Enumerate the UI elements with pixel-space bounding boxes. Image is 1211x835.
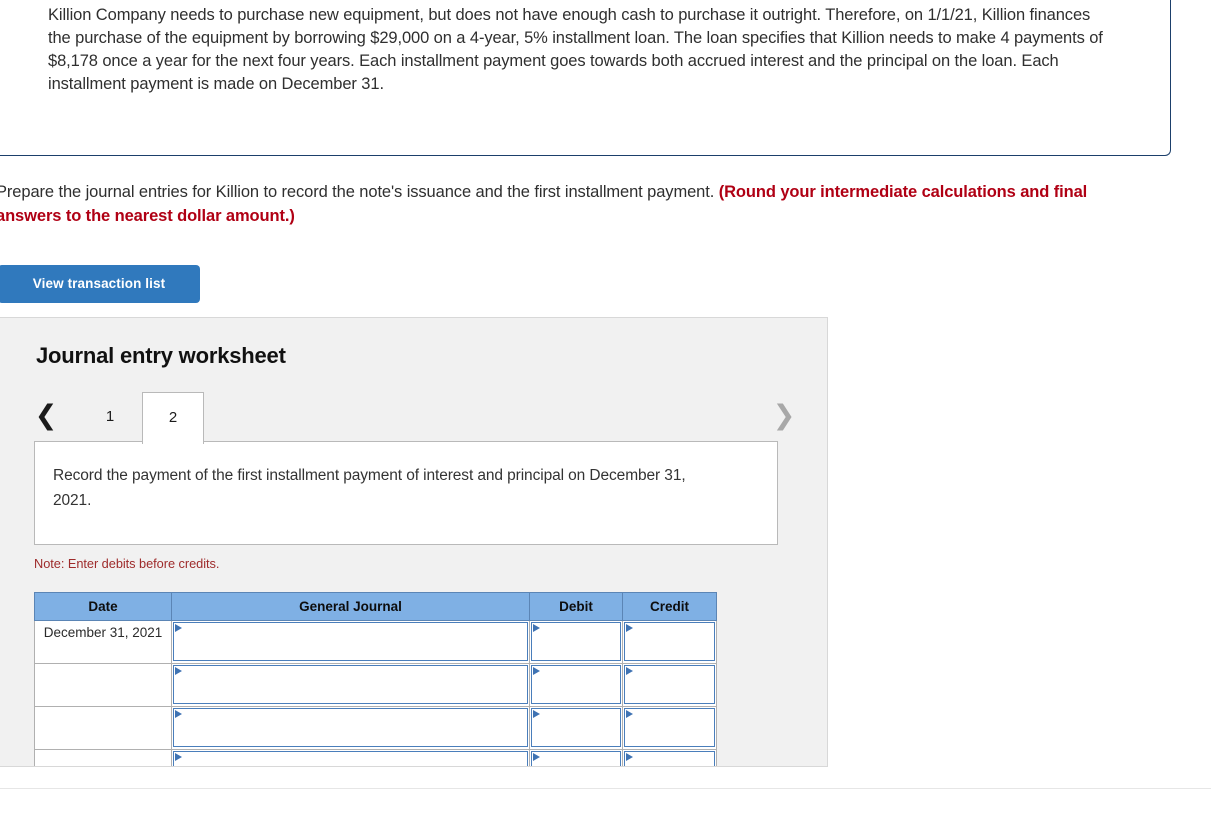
- table-row: [34, 663, 717, 707]
- cell-date: December 31, 2021: [34, 620, 172, 664]
- cell-debit[interactable]: [529, 706, 623, 750]
- cell-general-journal[interactable]: [171, 706, 530, 750]
- view-transaction-list-button[interactable]: View transaction list: [0, 265, 200, 303]
- worksheet-instruction-text: Record the payment of the first installm…: [53, 467, 686, 509]
- scenario-box: Killion Company needs to purchase new eq…: [0, 0, 1171, 156]
- cell-credit[interactable]: [622, 706, 717, 750]
- table-row: December 31, 2021: [34, 620, 717, 664]
- journal-entry-table: Date General Journal Debit Credit Decemb…: [34, 592, 717, 766]
- cell-general-journal[interactable]: [171, 620, 530, 664]
- general-journal-input[interactable]: [173, 665, 528, 704]
- page-root: Killion Company needs to purchase new eq…: [0, 0, 1211, 835]
- cell-credit[interactable]: [622, 620, 717, 664]
- journal-entry-worksheet-panel: Journal entry worksheet ❮ 1 2 ❯ Record t…: [0, 317, 828, 767]
- general-journal-input[interactable]: [173, 622, 528, 661]
- debit-input[interactable]: [531, 622, 621, 661]
- debits-before-credits-note: Note: Enter debits before credits.: [34, 556, 220, 571]
- column-header-credit: Credit: [622, 592, 717, 621]
- worksheet-title: Journal entry worksheet: [36, 343, 286, 368]
- cell-date[interactable]: [34, 749, 172, 766]
- chevron-right-icon[interactable]: ❯: [768, 400, 800, 432]
- chevron-left-icon[interactable]: ❮: [30, 400, 62, 432]
- debit-input[interactable]: [531, 708, 621, 747]
- worksheet-tab-1[interactable]: 1: [80, 392, 140, 444]
- worksheet-tabstrip: ❮ 1 2 ❯: [0, 390, 827, 444]
- cell-general-journal[interactable]: [171, 749, 530, 766]
- column-header-date: Date: [34, 592, 172, 621]
- cell-date[interactable]: [34, 663, 172, 707]
- cell-date[interactable]: [34, 706, 172, 750]
- cell-credit[interactable]: [622, 749, 717, 766]
- general-journal-input[interactable]: [173, 751, 528, 766]
- prompt-main: Prepare the journal entries for Killion …: [0, 183, 715, 201]
- cell-credit[interactable]: [622, 663, 717, 707]
- footer-nav: ❮Prev 🔗 of 33 Next❯: [0, 789, 1211, 835]
- general-journal-input[interactable]: [173, 708, 528, 747]
- scenario-text: Killion Company needs to purchase new eq…: [48, 6, 1103, 93]
- question-prompt: Prepare the journal entries for Killion …: [0, 180, 1126, 228]
- table-row: [34, 706, 717, 750]
- cell-debit[interactable]: [529, 620, 623, 664]
- cell-debit[interactable]: [529, 663, 623, 707]
- cell-general-journal[interactable]: [171, 663, 530, 707]
- credit-input[interactable]: [624, 708, 715, 747]
- debit-input[interactable]: [531, 665, 621, 704]
- debit-input[interactable]: [531, 751, 621, 766]
- cell-debit[interactable]: [529, 749, 623, 766]
- column-header-general-journal: General Journal: [171, 592, 530, 621]
- worksheet-instruction-box: Record the payment of the first installm…: [34, 441, 778, 545]
- credit-input[interactable]: [624, 751, 715, 766]
- worksheet-tab-2[interactable]: 2: [142, 392, 204, 444]
- credit-input[interactable]: [624, 622, 715, 661]
- table-row: [34, 749, 717, 766]
- table-header-row: Date General Journal Debit Credit: [34, 592, 717, 621]
- credit-input[interactable]: [624, 665, 715, 704]
- column-header-debit: Debit: [529, 592, 623, 621]
